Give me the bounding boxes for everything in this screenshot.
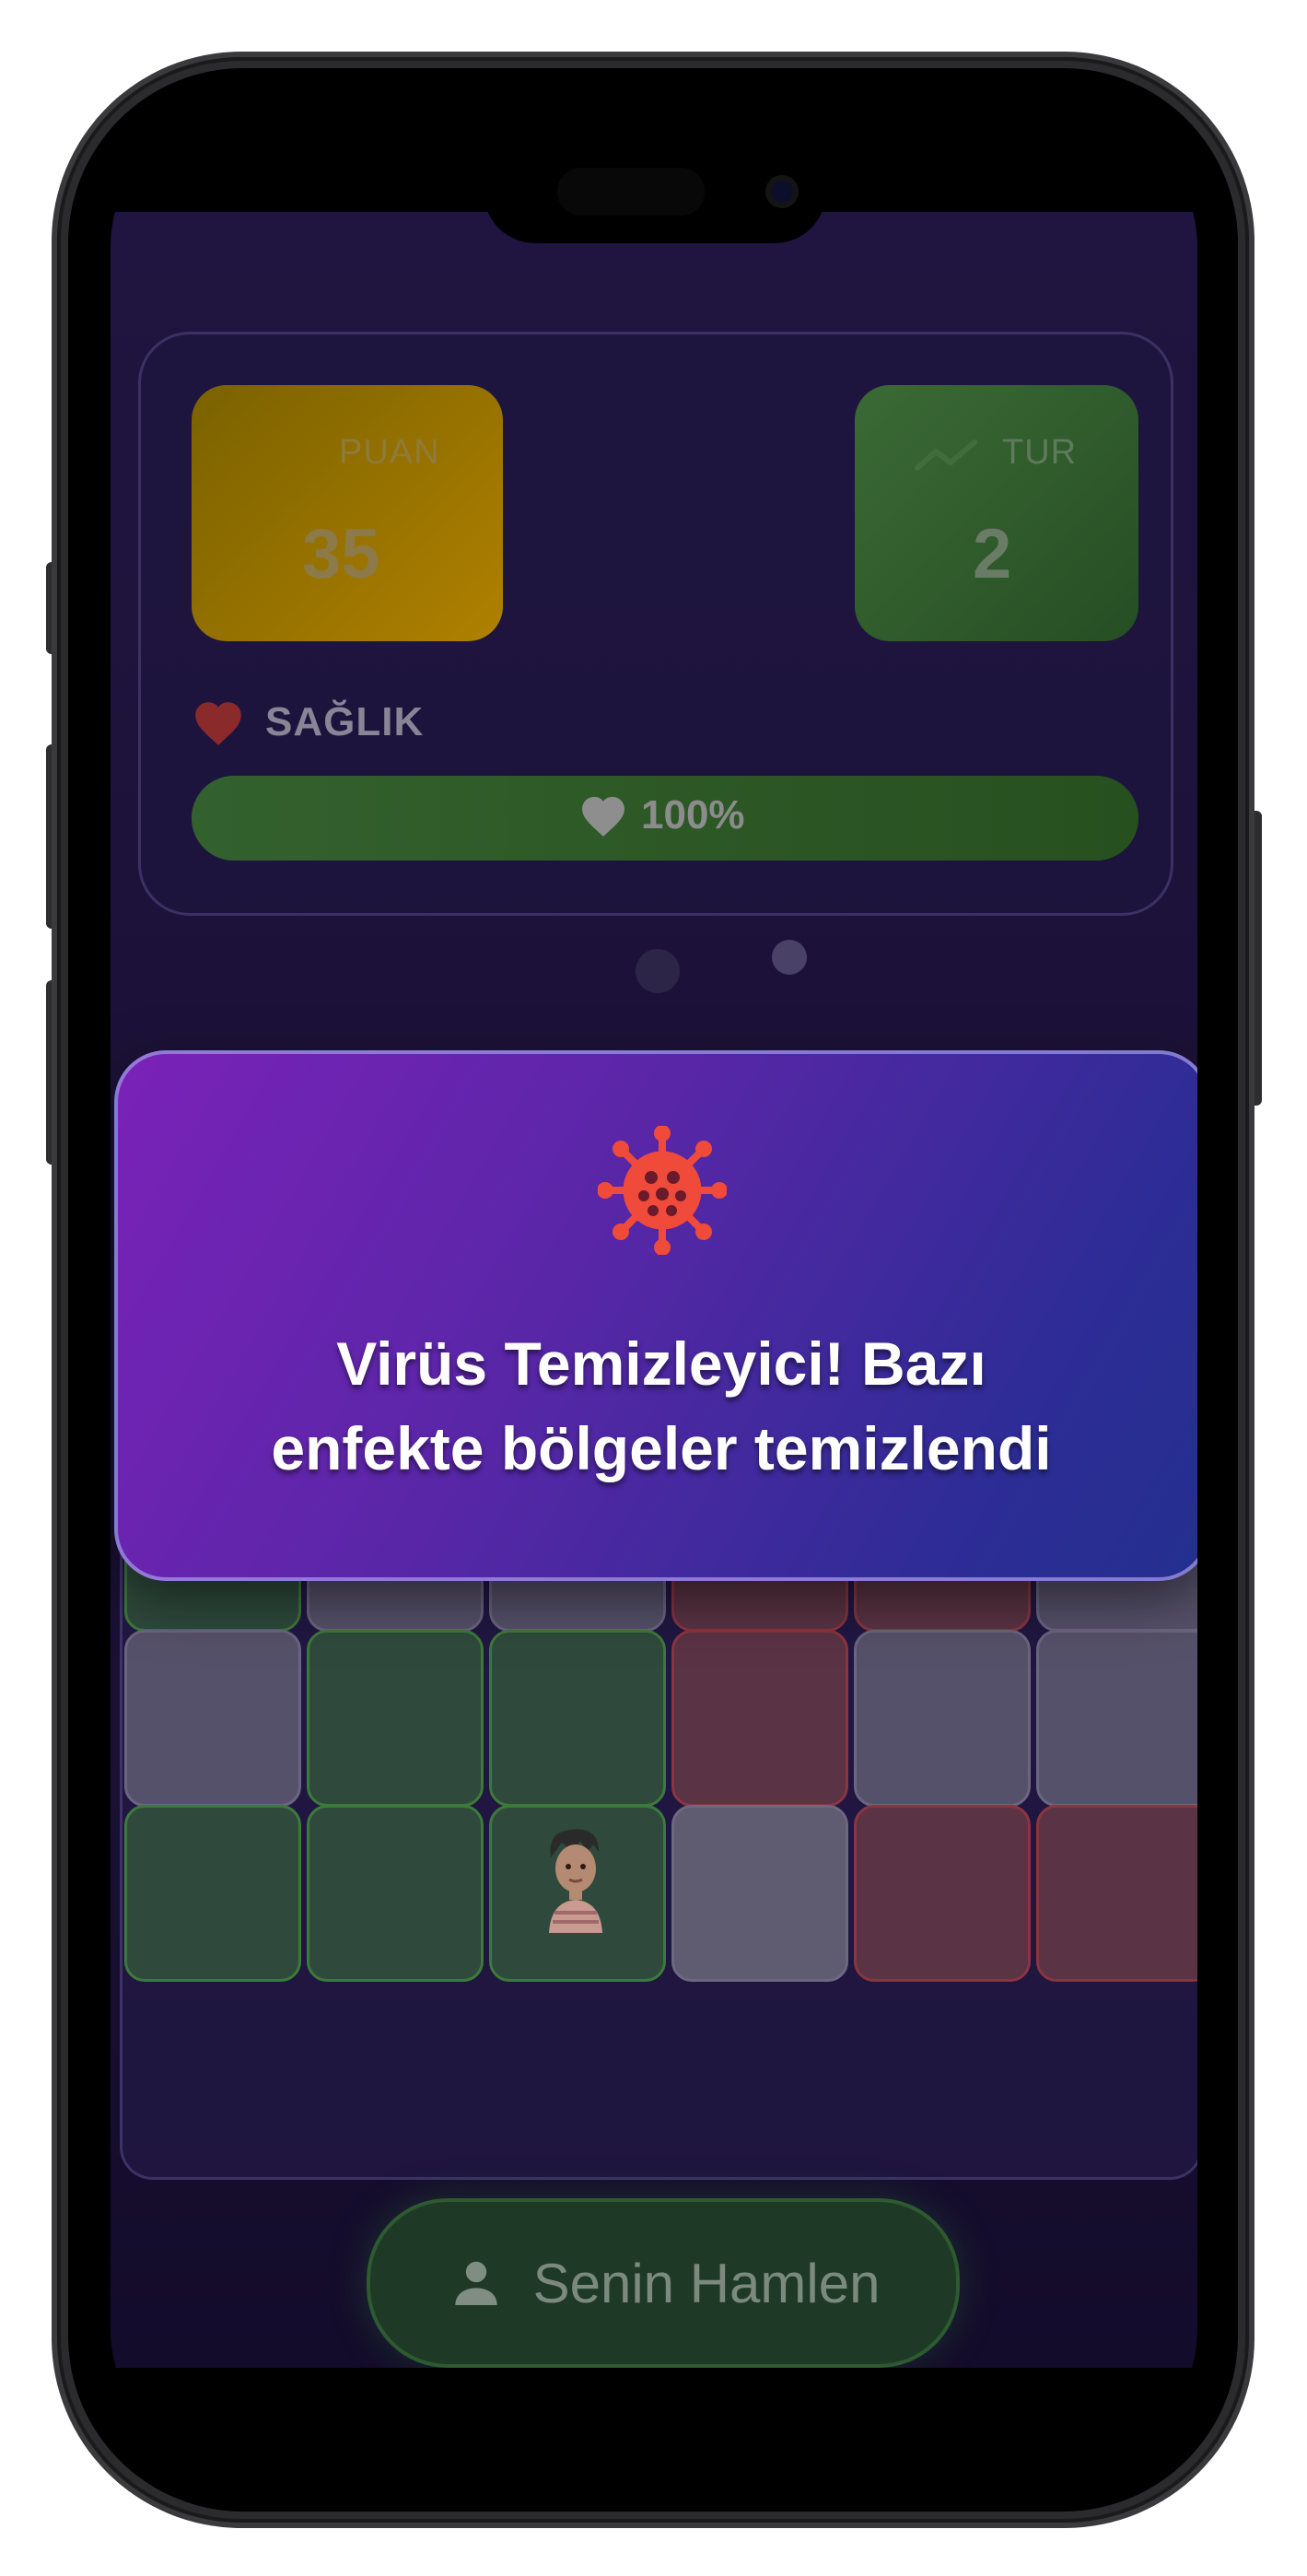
- board-cell[interactable]: [1036, 1805, 1197, 1982]
- round-label: TUR: [1002, 433, 1078, 472]
- your-move-button[interactable]: Senin Hamlen: [367, 2198, 960, 2368]
- board-cell[interactable]: [124, 1805, 301, 1982]
- board-cell[interactable]: [489, 1805, 666, 1982]
- health-value: 100%: [578, 792, 745, 838]
- person-icon: [454, 2261, 497, 2305]
- score-box: PUAN 35: [192, 385, 503, 641]
- health-header: SAĞLIK: [192, 695, 424, 750]
- health-bar: 100%: [192, 776, 1138, 861]
- your-move-label: Senin Hamlen: [532, 2252, 881, 2314]
- health-label: SAĞLIK: [265, 699, 425, 744]
- board-cell[interactable]: [854, 1630, 1031, 1807]
- heart-icon-small: [582, 796, 624, 837]
- face-id-sensor: [557, 168, 705, 216]
- front-camera: [765, 175, 799, 208]
- page-dot-1[interactable]: [636, 949, 680, 993]
- power-button: [1249, 811, 1262, 1106]
- board-cell[interactable]: [124, 1630, 301, 1807]
- virus-icon: [598, 1126, 727, 1255]
- board-cell[interactable]: [489, 1630, 666, 1807]
- board-cell[interactable]: [671, 1630, 848, 1807]
- score-label: PUAN: [339, 433, 440, 472]
- heart-icon: [195, 702, 241, 745]
- board-cell[interactable]: [1036, 1630, 1197, 1807]
- dynamic-island: [484, 140, 826, 243]
- round-box: TUR 2: [855, 385, 1138, 641]
- player-avatar-icon: [549, 1829, 602, 1933]
- phone-screen: PUAN 35 TUR 2 SAĞLIK 100% Virüs Temizley…: [111, 109, 1197, 2467]
- toast-message-line1: Virüs Temizleyici! Bazı: [336, 1329, 986, 1398]
- score-value: 35: [302, 515, 380, 593]
- board-cell[interactable]: [671, 1805, 848, 1982]
- trending-up-icon: [915, 439, 977, 471]
- board-cell[interactable]: [307, 1630, 484, 1807]
- board-cell[interactable]: [854, 1805, 1031, 1982]
- round-value: 2: [973, 515, 1012, 593]
- home-indicator-area: [111, 2368, 1197, 2467]
- page-dot-2[interactable]: [772, 940, 807, 975]
- toast-message-line2: enfekte bölgeler temizlendi: [271, 1414, 1052, 1483]
- notification-toast[interactable]: Virüs Temizleyici! Bazı enfekte bölgeler…: [114, 1050, 1197, 1581]
- toast-message: Virüs Temizleyici! Bazı enfekte bölgeler…: [155, 1321, 1168, 1492]
- health-value-text: 100%: [641, 792, 745, 837]
- board-cell[interactable]: [307, 1805, 484, 1982]
